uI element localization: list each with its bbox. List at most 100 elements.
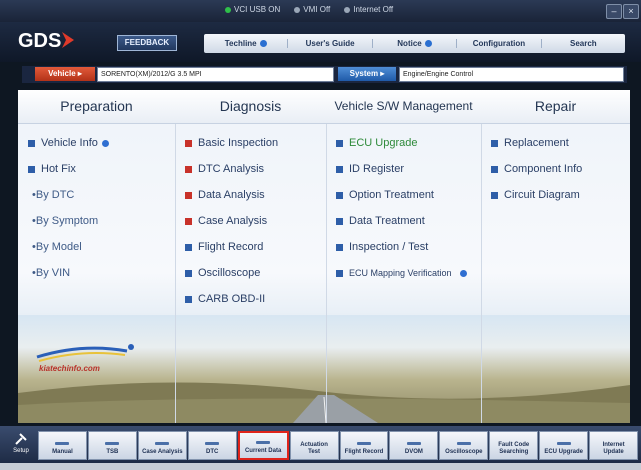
nav-search[interactable]: Search (542, 39, 625, 48)
menu-component-info-label: Component Info (504, 163, 583, 175)
toolbar-current-data-button[interactable]: Current Data (237, 431, 289, 460)
menu-oscilloscope[interactable]: Oscilloscope (175, 260, 326, 286)
nav-users-guide[interactable]: User's Guide (288, 39, 373, 48)
toolbar-actuation-test-button[interactable]: Actuation Test (289, 431, 339, 460)
toolbar-oscilloscope-button[interactable]: Oscilloscope (439, 431, 489, 460)
info-icon (101, 139, 109, 147)
bullet-icon (491, 139, 498, 147)
bullet-icon (336, 139, 343, 147)
toolbar-icon (55, 442, 70, 445)
menu-case-analysis[interactable]: Case Analysis (175, 208, 326, 234)
menu-flight-record[interactable]: Flight Record (175, 234, 326, 260)
vmi-status: VMI Off (294, 5, 330, 14)
toolbar-manual-label: Manual (52, 449, 73, 455)
menu-by-vin[interactable]: • By VIN (18, 260, 175, 286)
setup-button[interactable]: Setup (9, 432, 33, 460)
sw-management-column: Vehicle S/W Management ECU Upgrade ID Re… (326, 90, 482, 423)
toolbar-tsb-button[interactable]: TSB (87, 431, 137, 460)
toolbar-dvom-button[interactable]: DVOM (389, 431, 439, 460)
menu-data-analysis[interactable]: Data Analysis (175, 182, 326, 208)
gds-logo[interactable]: GDS (18, 28, 78, 52)
vmi-value: Off (319, 5, 331, 14)
toolbar-icon (406, 442, 421, 445)
menu-circuit-diagram-label: Circuit Diagram (504, 189, 580, 201)
diagnosis-column: Diagnosis Basic Inspection DTC Analysis … (175, 90, 327, 423)
bullet-icon (491, 191, 498, 199)
toolbar-flight-record-button[interactable]: Flight Record (339, 431, 389, 460)
toolbar-dvom-label: DVOM (404, 449, 423, 455)
menu-ecu-upgrade[interactable]: ECU Upgrade (326, 130, 481, 156)
toolbar-flight-record-label: Flight Record (344, 449, 384, 455)
toolbar-dtc-button[interactable]: DTC (187, 431, 237, 460)
bullet-icon (28, 139, 35, 147)
close-button[interactable]: × (623, 4, 639, 19)
system-button-label: System (349, 69, 379, 78)
menu-flight-record-label: Flight Record (198, 241, 264, 253)
menu-id-register[interactable]: ID Register (326, 156, 481, 182)
system-field[interactable]: Engine/Engine Control (399, 67, 624, 82)
repair-title: Repair (481, 90, 630, 124)
menu-vehicle-info[interactable]: Vehicle Info (18, 130, 175, 156)
menu-replacement[interactable]: Replacement (481, 130, 630, 156)
menu-by-symptom[interactable]: • By Symptom (18, 208, 175, 234)
toolbar-dtc-label: DTC (206, 449, 219, 455)
internet-label: Internet (353, 5, 381, 14)
menu-data-treatment-label: Data Treatment (349, 215, 425, 227)
menu-ecu-mapping-verification[interactable]: ECU Mapping Verification (326, 260, 481, 286)
preparation-title: Preparation (18, 90, 175, 124)
menu-hot-fix[interactable]: Hot Fix (18, 156, 175, 182)
nav-notice[interactable]: Notice (373, 39, 458, 48)
menu-by-symptom-label: By Symptom (35, 215, 99, 227)
menu-inspection-test[interactable]: Inspection / Test (326, 234, 481, 260)
vci-status: VCI USB ON (225, 5, 280, 14)
toolbar-fault-code-searching-button[interactable]: Fault Code Searching (489, 431, 539, 460)
menu-dtc-analysis[interactable]: DTC Analysis (175, 156, 326, 182)
menu-option-treatment[interactable]: Option Treatment (326, 182, 481, 208)
sw-management-title: Vehicle S/W Management (326, 90, 481, 124)
toolbar-manual-button[interactable]: Manual (38, 431, 87, 460)
status-dot-icon (344, 6, 351, 13)
toolbar-icon (205, 442, 220, 445)
toolbar-actuation-test-label: Actuation Test (300, 442, 328, 455)
menu-by-model-label: By Model (35, 241, 82, 253)
bullet-icon (336, 165, 343, 173)
gds-logo-text: GDS (18, 30, 61, 52)
toolbar-icon (256, 441, 271, 444)
toolbar-ecu-upgrade-button[interactable]: ECU Upgrade (539, 431, 589, 460)
nav-techline[interactable]: Techline (204, 39, 289, 48)
toolbar-icon (155, 442, 170, 445)
menu-by-dtc[interactable]: • By DTC (18, 182, 175, 208)
minimize-button[interactable]: – (606, 4, 622, 19)
toolbar-icon (105, 442, 120, 445)
menu-ecu-upgrade-label: ECU Upgrade (349, 137, 418, 149)
internet-status: Internet Off (344, 5, 393, 14)
toolbar-tsb-label: TSB (106, 449, 119, 455)
status-dot-icon (294, 6, 301, 13)
kia-techinfo-logo[interactable]: kiatechinfo.com (27, 335, 137, 375)
menu-by-dtc-label: By DTC (35, 189, 75, 201)
nav-configuration[interactable]: Configuration (457, 39, 542, 48)
menu-basic-inspection[interactable]: Basic Inspection (175, 130, 326, 156)
menu-option-treatment-label: Option Treatment (349, 189, 434, 201)
gds-logo-arrow-icon (62, 32, 74, 48)
menu-component-info[interactable]: Component Info (481, 156, 630, 182)
menu-by-model[interactable]: • By Model (18, 234, 175, 260)
info-icon (259, 40, 267, 48)
vehicle-field[interactable]: SORENTO(XM)/2012/G 3.5 MPI (97, 67, 334, 82)
connection-status: VCI USB ON VMI Off Internet Off (225, 5, 393, 14)
bullet-icon (28, 165, 35, 173)
menu-carb-obd[interactable]: CARB OBD-II (175, 286, 326, 312)
system-button[interactable]: System ▸ (338, 67, 396, 81)
vehicle-button[interactable]: Vehicle ▸ (35, 67, 95, 81)
top-nav: Techline User's Guide Notice Configurati… (204, 34, 625, 53)
info-icon (424, 40, 432, 48)
toolbar-icon (356, 442, 371, 445)
toolbar-case-analysis-button[interactable]: Case Analysis (137, 431, 187, 460)
menu-data-treatment[interactable]: Data Treatment (326, 208, 481, 234)
toolbar-fault-code-searching-label: Fault Code Searching (498, 442, 530, 455)
menu-replacement-label: Replacement (504, 137, 569, 149)
bullet-icon (185, 217, 192, 225)
menu-circuit-diagram[interactable]: Circuit Diagram (481, 182, 630, 208)
toolbar-internet-update-button[interactable]: Internet Update (589, 431, 639, 460)
feedback-button[interactable]: FEEDBACK (117, 35, 177, 51)
